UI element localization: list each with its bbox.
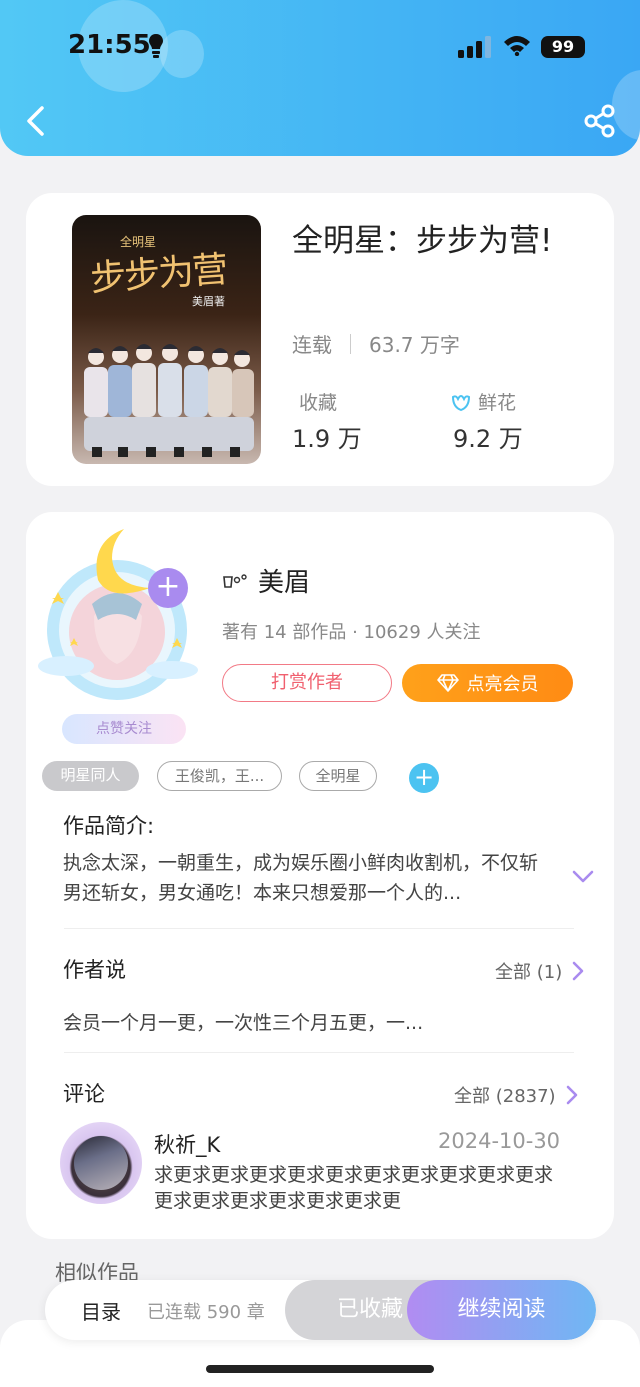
author-detail-card: + 点赞关注 美眉 著有 14 部作品 · 10629 人关注 打赏作者 点亮会…	[26, 512, 614, 1239]
section-divider	[64, 1052, 574, 1053]
author-avatar[interactable]: + 点赞关注	[32, 524, 202, 744]
toc-button[interactable]: 目录	[81, 1296, 121, 1325]
tip-author-button[interactable]: 打赏作者	[222, 664, 392, 702]
wifi-icon	[504, 36, 530, 56]
tag-chip[interactable]: 明星同人	[42, 761, 139, 791]
status-time: 21:55	[68, 30, 151, 60]
author-says-text: 会员一个月一更，一次性三个月五更，一...	[63, 1012, 424, 1034]
back-arrow-icon[interactable]	[22, 104, 52, 138]
chevron-down-icon[interactable]	[572, 870, 594, 884]
book-status: 连载	[292, 333, 332, 357]
activate-vip-button[interactable]: 点亮会员	[402, 664, 573, 702]
book-cover[interactable]: 全明星 步步为营 美眉著	[72, 215, 261, 464]
intro-title: 作品简介:	[63, 814, 155, 838]
flowers-label-text: 鲜花	[478, 392, 517, 414]
book-meta: 连载 63.7 万字	[292, 329, 460, 358]
intro-text: 执念太深，一朝重生，成为娱乐圈小鲜肉收割机，不仅斩男还斩女，男女通吃！本来只想爱…	[63, 852, 539, 904]
commenter-avatar[interactable]	[60, 1122, 142, 1204]
flowers-count: 9.2 万	[453, 425, 523, 453]
favorites-label: 收藏	[299, 388, 337, 415]
favorites-count: 1.9 万	[292, 425, 362, 453]
vip-button-label: 点亮会员	[466, 674, 539, 695]
share-icon[interactable]	[584, 104, 616, 138]
decor-bubble	[160, 30, 204, 78]
flower-icon	[451, 394, 471, 411]
author-name-row[interactable]: 美眉	[222, 562, 310, 599]
comments-more[interactable]: 全部 (2837)	[454, 1082, 578, 1108]
comment-date: 2024-10-30	[438, 1129, 561, 1153]
home-indicator	[206, 1365, 434, 1373]
author-name: 美眉	[258, 568, 311, 598]
author-prefix-icon	[223, 573, 247, 588]
decor-bubble	[612, 70, 640, 140]
follow-plus-button[interactable]: +	[148, 568, 188, 608]
lightbulb-icon	[149, 34, 163, 58]
chevron-right-icon	[566, 1085, 577, 1105]
tag-chip[interactable]: 王俊凯，王...	[157, 761, 282, 791]
comments-more-label: 全部 (2837)	[454, 1086, 556, 1107]
author-stats: 著有 14 部作品 · 10629 人关注	[222, 622, 481, 643]
top-header: 21:55 99	[0, 0, 640, 156]
section-divider	[64, 928, 574, 929]
cover-illustration	[84, 344, 254, 457]
favorites-label-text: 收藏	[299, 392, 338, 414]
comment-text: 求更求更求更求更求更求更求更求更求更求更求更求更求更求更求更求更求更	[154, 1164, 554, 1212]
continue-reading-button[interactable]: 继续阅读	[407, 1280, 596, 1340]
cellular-signal-icon	[458, 36, 491, 58]
book-title: 全明星：步步为营!	[292, 223, 553, 259]
like-follow-badge[interactable]: 点赞关注	[62, 714, 186, 744]
tag-chip[interactable]: 全明星	[299, 761, 377, 791]
bottom-action-bar: 目录 已连载 590 章 已收藏 继续阅读	[45, 1280, 596, 1340]
battery-indicator: 99	[541, 36, 585, 58]
author-says-title: 作者说	[63, 958, 126, 982]
avatar-frame	[38, 529, 198, 700]
meta-divider	[350, 333, 351, 354]
commenter-photo	[74, 1136, 128, 1190]
book-info-card: 全明星 步步为营 美眉著 全明星：步步为营! 连载 63.7 万字 收藏 1.9…	[26, 193, 614, 486]
chevron-right-icon	[572, 961, 584, 981]
book-word-count: 63.7 万字	[369, 333, 460, 357]
comments-title: 评论	[63, 1082, 105, 1106]
cover-author-text: 美眉著	[192, 295, 225, 308]
author-says-more-label: 全部 (1)	[495, 962, 563, 983]
author-says-more[interactable]: 全部 (1)	[495, 958, 584, 984]
commenter-name[interactable]: 秋祈_K	[154, 1129, 220, 1159]
chapter-count: 已连载 590 章	[147, 1302, 265, 1323]
add-tag-button[interactable]: +	[409, 763, 439, 793]
flowers-label[interactable]: 鲜花	[450, 388, 516, 415]
diamond-icon	[436, 674, 459, 692]
